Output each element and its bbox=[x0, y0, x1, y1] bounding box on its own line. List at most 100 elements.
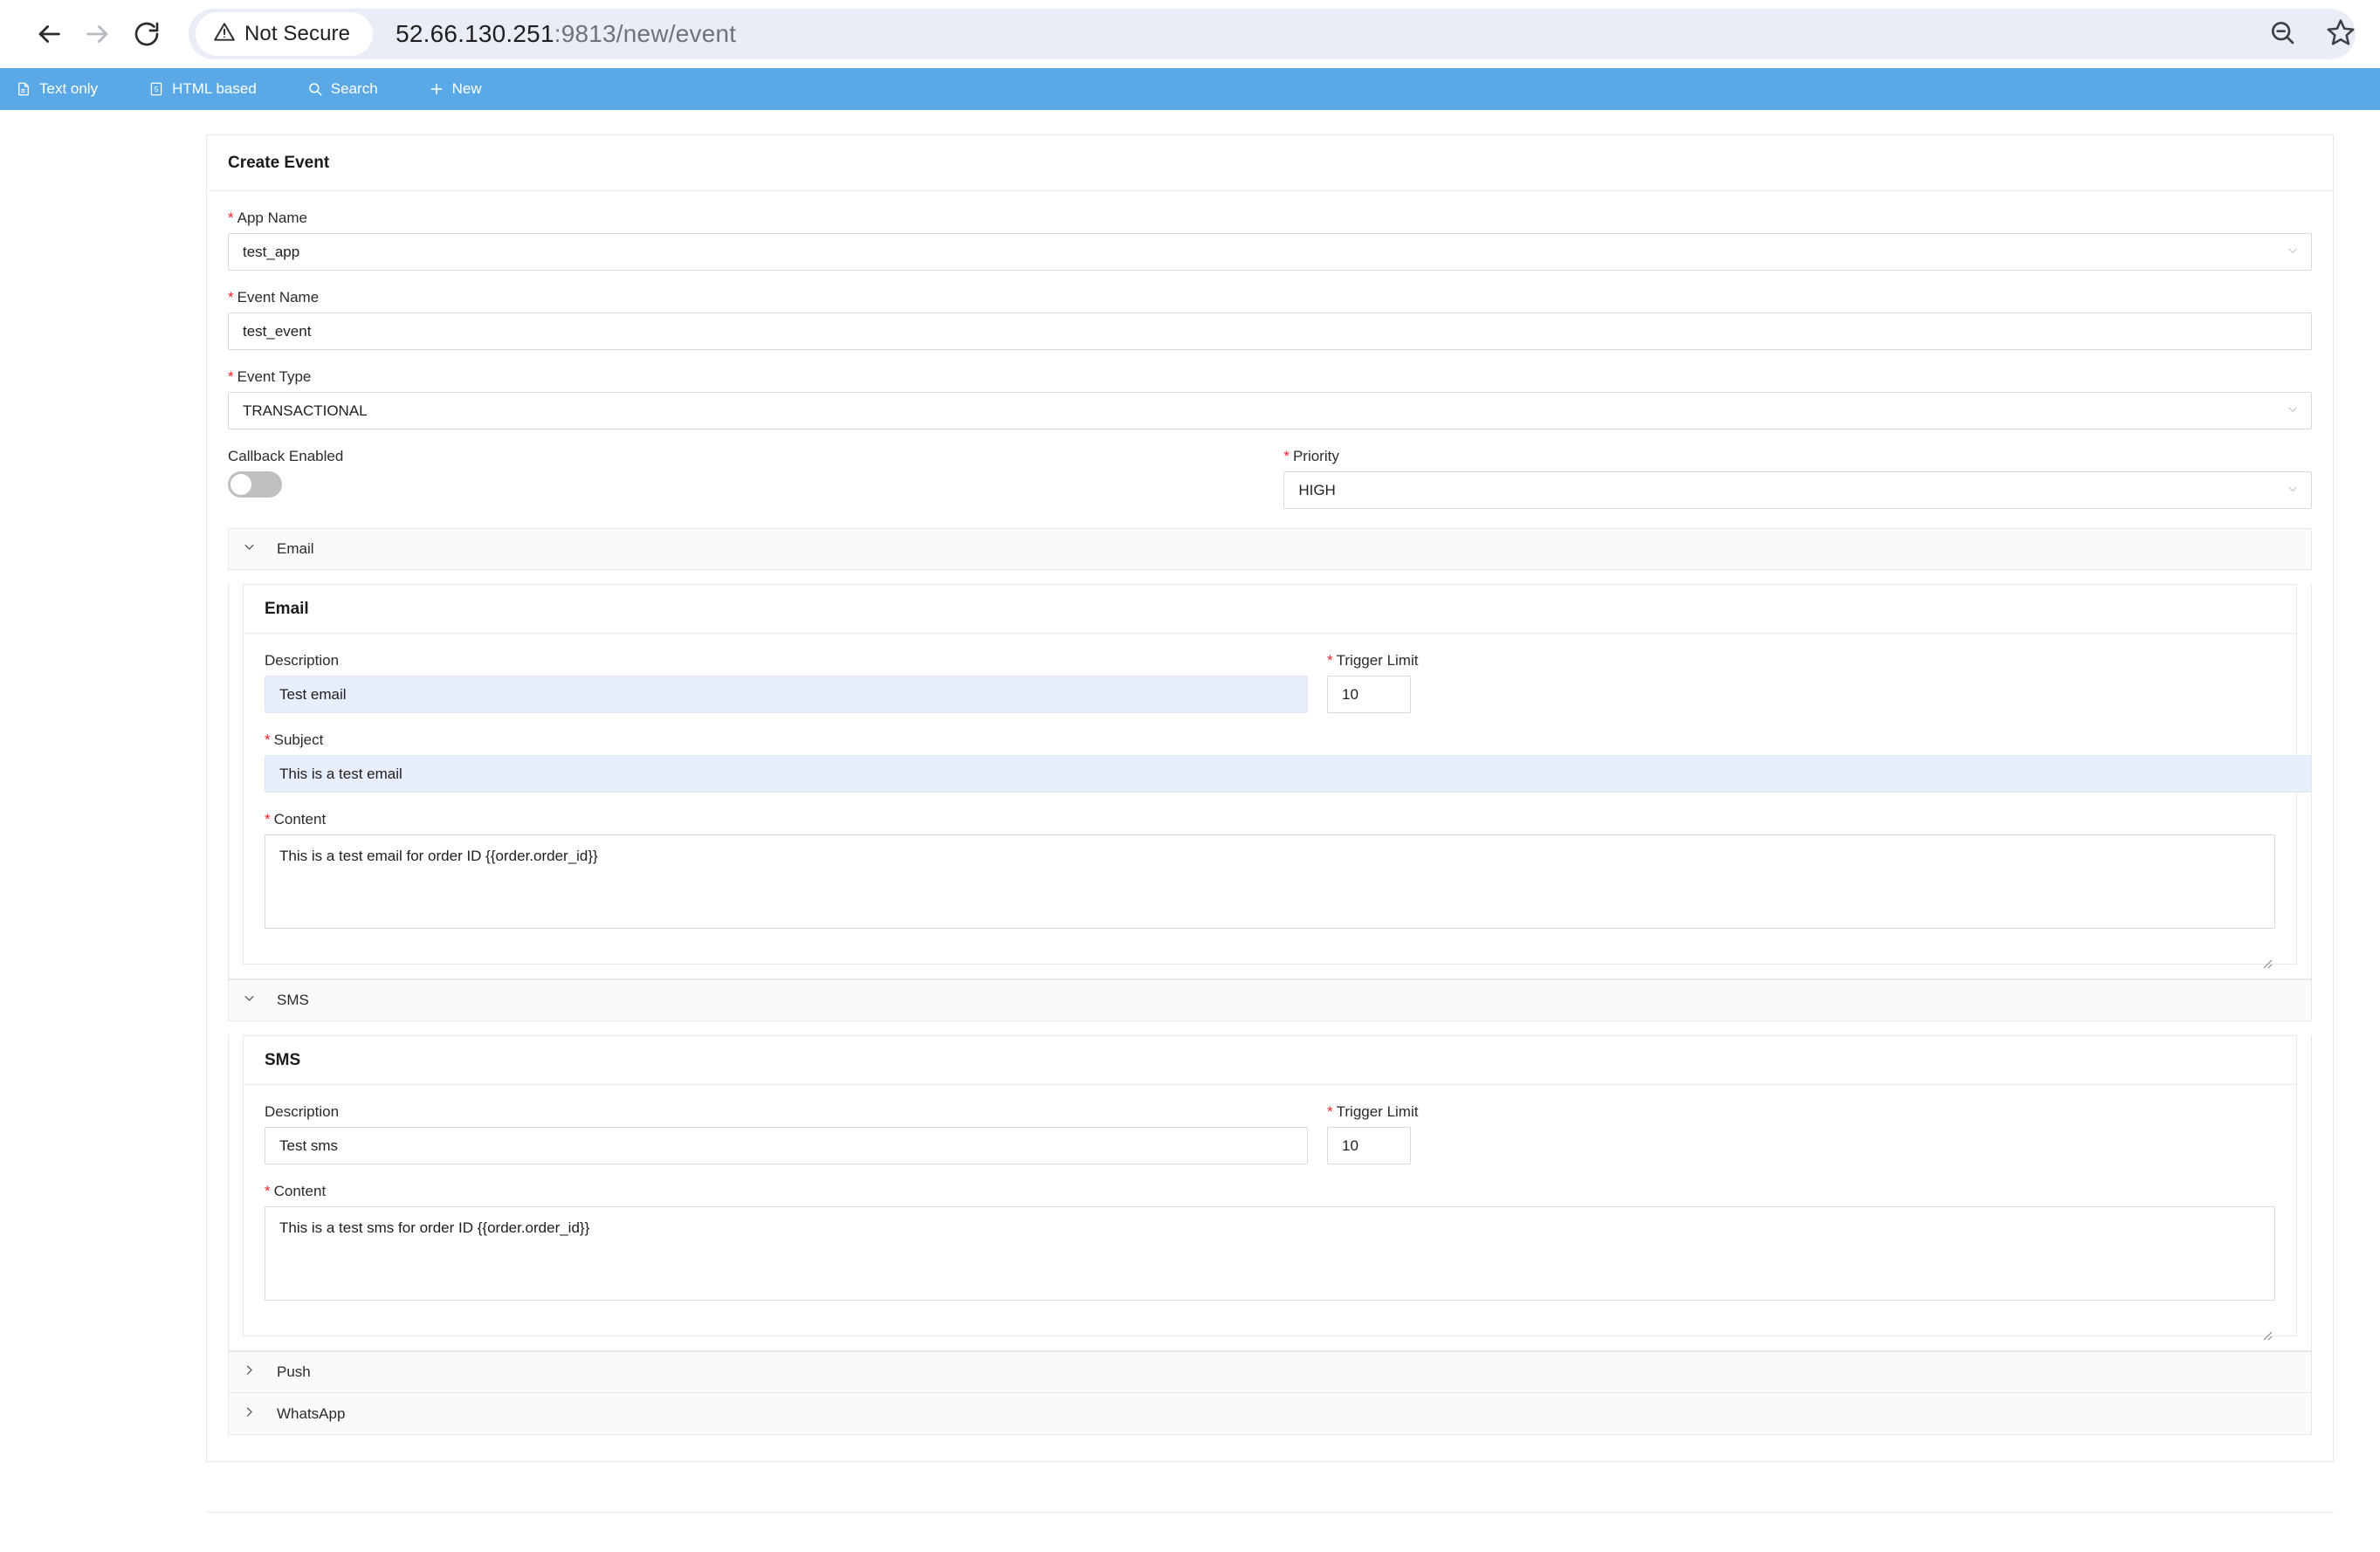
create-event-form: * App Name test_app * Event Name test_even… bbox=[207, 191, 2333, 1461]
panel-label-sms: SMS bbox=[277, 992, 309, 1008]
event-name-input[interactable]: test_event bbox=[228, 312, 2312, 350]
search-icon bbox=[307, 81, 323, 97]
sms-description-input[interactable]: Test sms bbox=[265, 1127, 1308, 1164]
star-bookmark-icon[interactable] bbox=[2326, 17, 2356, 52]
plus-icon bbox=[429, 81, 444, 97]
label-callback-enabled: Callback Enabled bbox=[228, 448, 344, 464]
app-navbar: Text only 5 HTML based Search New bbox=[0, 68, 2380, 110]
label-email-subject-text: Subject bbox=[273, 731, 324, 748]
browser-chrome: Not Secure 52.66.130.251:9813/new/event bbox=[0, 0, 2380, 68]
chevron-down-icon bbox=[243, 992, 256, 1009]
panel-label-push: Push bbox=[277, 1363, 311, 1380]
email-trigger-limit-input[interactable]: 10 bbox=[1327, 676, 1411, 713]
warning-triangle-icon bbox=[213, 21, 236, 48]
navbar-label-text-only: Text only bbox=[39, 80, 99, 97]
field-app-name: * App Name test_app bbox=[228, 210, 2312, 271]
chevron-down-icon bbox=[2287, 244, 2299, 261]
priority-select[interactable]: HIGH bbox=[1283, 471, 2312, 509]
event-name-value: test_event bbox=[243, 322, 312, 340]
label-event-name: * Event Name bbox=[228, 290, 2312, 305]
chevron-down-icon bbox=[243, 540, 256, 558]
email-content-textarea[interactable]: This is a test email for order ID {{orde… bbox=[265, 834, 2275, 969]
address-bar[interactable]: Not Secure 52.66.130.251:9813/new/event bbox=[189, 9, 2356, 59]
navbar-item-search[interactable]: Search bbox=[307, 68, 397, 110]
forward-button[interactable] bbox=[73, 10, 122, 58]
sms-trigger-limit-value: 10 bbox=[1342, 1137, 1359, 1154]
collapse-panel-sms: SMS SMS Description Test sms * Trigger L… bbox=[228, 979, 2312, 1351]
label-priority-text: Priority bbox=[1292, 448, 1339, 464]
row-email-description: Description Test email * Trigger Limit 10 bbox=[265, 653, 2275, 713]
field-email-description: Description Test email bbox=[265, 653, 1308, 713]
field-event-name: * Event Name test_event bbox=[228, 290, 2312, 350]
document-icon bbox=[16, 81, 31, 97]
form-bottom-spacer bbox=[228, 1435, 2312, 1452]
event-type-select[interactable]: TRANSACTIONAL bbox=[228, 392, 2312, 429]
field-sms-description: Description Test sms bbox=[265, 1104, 1308, 1164]
security-badge-label: Not Secure bbox=[244, 22, 351, 45]
back-button[interactable] bbox=[24, 10, 73, 58]
label-email-content: * Content bbox=[265, 812, 2275, 827]
email-trigger-limit-value: 10 bbox=[1342, 685, 1359, 703]
field-callback-enabled: Callback Enabled bbox=[228, 449, 1283, 509]
required-marker: * bbox=[1327, 1103, 1333, 1120]
label-event-name-text: Event Name bbox=[237, 289, 320, 306]
navbar-item-new[interactable]: New bbox=[429, 68, 501, 110]
panel-header-sms[interactable]: SMS bbox=[228, 979, 2312, 1021]
chevron-down-icon bbox=[2287, 402, 2299, 420]
url-text: 52.66.130.251:9813/new/event bbox=[396, 20, 736, 48]
url-host: 52.66.130.251 bbox=[396, 20, 554, 47]
reload-button[interactable] bbox=[122, 10, 171, 58]
email-subject-value: This is a test email bbox=[279, 765, 402, 782]
zoom-out-icon[interactable] bbox=[2268, 18, 2296, 51]
form-footer-divider bbox=[206, 1512, 2334, 1552]
label-sms-description: Description bbox=[265, 1103, 340, 1120]
chrome-right-actions bbox=[2268, 0, 2356, 68]
required-marker: * bbox=[265, 731, 271, 748]
panel-header-push[interactable]: Push bbox=[228, 1351, 2312, 1393]
label-app-name: * App Name bbox=[228, 210, 2312, 225]
resize-handle-icon[interactable] bbox=[2259, 912, 2273, 969]
label-priority: * Priority bbox=[1283, 449, 2312, 464]
app-name-select[interactable]: test_app bbox=[228, 233, 2312, 271]
chevron-right-icon bbox=[243, 1363, 256, 1381]
panel-header-email[interactable]: Email bbox=[228, 528, 2312, 570]
email-description-input[interactable]: Test email bbox=[265, 676, 1308, 713]
label-sms-content-text: Content bbox=[273, 1183, 327, 1199]
security-badge[interactable]: Not Secure bbox=[196, 12, 374, 56]
panel-body-sms: SMS Description Test sms * Trigger Limit … bbox=[228, 1035, 2312, 1351]
required-marker: * bbox=[1327, 652, 1333, 669]
chevron-right-icon bbox=[243, 1405, 256, 1423]
sms-card: SMS Description Test sms * Trigger Limit … bbox=[243, 1035, 2297, 1341]
event-type-value: TRANSACTIONAL bbox=[243, 402, 368, 419]
panel-label-email: Email bbox=[277, 540, 314, 557]
page-body: Create Event * App Name test_app * Event N… bbox=[0, 110, 2380, 1552]
field-email-subject: * Subject This is a test email bbox=[265, 732, 2312, 793]
label-sms-trigger-limit-text: Trigger Limit bbox=[1336, 1103, 1419, 1120]
sms-content-textarea[interactable]: This is a test sms for order ID {{order.… bbox=[265, 1206, 2275, 1341]
field-sms-content: * Content This is a test sms for order ID… bbox=[265, 1183, 2275, 1341]
email-card-body: Description Test email * Trigger Limit 10… bbox=[244, 634, 2312, 969]
field-event-type: * Event Type TRANSACTIONAL bbox=[228, 369, 2312, 429]
email-description-value: Test email bbox=[279, 685, 347, 703]
resize-handle-icon[interactable] bbox=[2259, 1284, 2273, 1341]
label-event-type-text: Event Type bbox=[237, 368, 312, 385]
callback-enabled-toggle[interactable] bbox=[228, 471, 282, 498]
required-marker: * bbox=[228, 209, 234, 226]
navbar-label-search: Search bbox=[330, 80, 378, 97]
forward-arrow-icon bbox=[83, 19, 113, 49]
required-marker: * bbox=[265, 811, 271, 828]
label-email-content-text: Content bbox=[273, 811, 327, 828]
required-marker: * bbox=[228, 289, 234, 306]
required-marker: * bbox=[228, 368, 234, 385]
sms-content-value: This is a test sms for order ID {{order.… bbox=[279, 1219, 590, 1236]
field-sms-trigger-limit: * Trigger Limit 10 bbox=[1327, 1104, 1458, 1164]
email-subject-input[interactable]: This is a test email bbox=[265, 755, 2312, 793]
html5-icon: 5 bbox=[148, 81, 164, 97]
required-marker: * bbox=[1283, 448, 1290, 464]
panel-header-whatsapp[interactable]: WhatsApp bbox=[228, 1393, 2312, 1435]
label-email-subject: * Subject bbox=[265, 732, 2275, 747]
navbar-item-html-based[interactable]: 5 HTML based bbox=[148, 68, 276, 110]
sms-trigger-limit-input[interactable]: 10 bbox=[1327, 1127, 1411, 1164]
label-email-trigger-limit: * Trigger Limit bbox=[1327, 653, 1458, 668]
navbar-item-text-only[interactable]: Text only bbox=[16, 68, 117, 110]
